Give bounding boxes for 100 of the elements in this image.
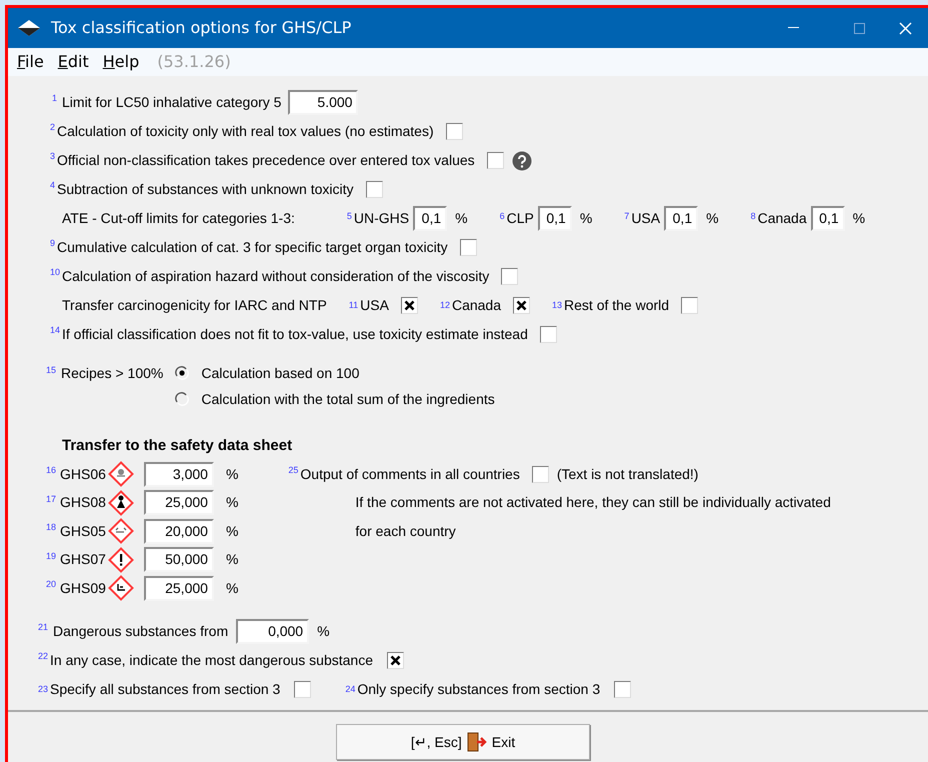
checkbox[interactable] bbox=[460, 239, 477, 256]
number-field[interactable]: 5.000 bbox=[288, 90, 358, 115]
radio-button[interactable] bbox=[175, 392, 190, 406]
menu-item[interactable]: Help bbox=[102, 50, 140, 74]
option-number: 17 bbox=[46, 494, 56, 504]
option-number: 20 bbox=[46, 580, 56, 589]
option-label: Rest of the world bbox=[564, 296, 670, 315]
option-label: Canada bbox=[452, 296, 501, 315]
diamond-logo-icon bbox=[17, 19, 41, 37]
option-number: 23 bbox=[38, 684, 48, 694]
option-label: Limit for LC50 inhalative category 5 bbox=[62, 93, 282, 112]
help-icon[interactable] bbox=[512, 150, 532, 170]
number-field[interactable]: 0,1 bbox=[664, 206, 698, 231]
option-label: GHS09 bbox=[60, 578, 106, 598]
option-label: USA bbox=[360, 296, 389, 315]
hazard-pictogram-icon bbox=[108, 461, 134, 488]
percent-unit: % bbox=[226, 522, 238, 541]
option-number: 21 bbox=[38, 622, 48, 632]
hazard-pictogram-icon bbox=[108, 546, 134, 573]
option-number: 3 bbox=[50, 152, 56, 161]
percent-unit: % bbox=[226, 493, 238, 512]
checkbox[interactable] bbox=[446, 123, 463, 140]
checkbox[interactable] bbox=[681, 297, 698, 314]
checkbox[interactable] bbox=[387, 652, 404, 668]
number-field[interactable]: 20,000 bbox=[144, 518, 214, 544]
option-label: USA bbox=[631, 209, 660, 228]
exit-button[interactable]: [↵, Esc] Exit bbox=[336, 724, 590, 760]
number-field[interactable]: 25,000 bbox=[144, 576, 214, 601]
option-number: 8 bbox=[750, 212, 756, 221]
checkbox[interactable] bbox=[501, 268, 518, 285]
option-number: 13 bbox=[552, 301, 562, 310]
option-label: GHS08 bbox=[60, 493, 106, 512]
option-label: Canada bbox=[758, 209, 807, 228]
option-number: 10 bbox=[50, 268, 60, 277]
option-label: Cumulative calculation of cat. 3 for specific target organ toxicity bbox=[57, 238, 448, 257]
door-exit-icon bbox=[466, 732, 488, 752]
option-label: Recipes > 100% bbox=[61, 364, 164, 383]
checkbox[interactable] bbox=[486, 152, 504, 169]
checkbox[interactable] bbox=[532, 466, 549, 483]
checkbox[interactable] bbox=[400, 297, 418, 314]
option-number: 19 bbox=[46, 552, 56, 560]
percent-unit: % bbox=[226, 550, 238, 570]
option-label: Calculation based on 100 bbox=[201, 364, 360, 382]
percent-unit: % bbox=[580, 209, 592, 228]
option-number: 4 bbox=[50, 181, 56, 190]
option-label: Transfer carcinogenicity for IARC and NTP bbox=[62, 296, 327, 315]
checkbox[interactable] bbox=[614, 680, 632, 698]
option-label: Calculation of aspiration hazard without consideration of the viscosity bbox=[62, 267, 490, 286]
number-field[interactable]: 50,000 bbox=[144, 547, 214, 572]
option-number: 7 bbox=[624, 212, 630, 221]
checkbox[interactable] bbox=[540, 326, 557, 343]
option-number: 15 bbox=[46, 366, 56, 375]
radio-button[interactable] bbox=[175, 366, 190, 380]
checkbox[interactable] bbox=[294, 680, 312, 698]
hazard-pictogram-icon bbox=[108, 518, 134, 544]
number-field[interactable]: 0,000 bbox=[236, 618, 310, 644]
version-label: (53.1.26) bbox=[157, 51, 231, 73]
menu-item[interactable]: File bbox=[17, 50, 44, 74]
number-field[interactable]: 0,1 bbox=[538, 206, 572, 231]
percent-unit: % bbox=[455, 209, 468, 228]
option-label: Calculation with the total sum of the ingredients bbox=[201, 390, 495, 409]
number-field[interactable]: 25,000 bbox=[144, 490, 214, 516]
maximize-icon bbox=[854, 22, 864, 34]
number-field[interactable]: 3,000 bbox=[144, 462, 214, 487]
checkbox[interactable] bbox=[366, 181, 383, 198]
option-label: Dangerous substances from bbox=[53, 622, 228, 641]
hazard-pictogram-icon bbox=[108, 490, 134, 516]
option-label: GHS07 bbox=[60, 550, 106, 570]
option-label: (Text is not translated!) bbox=[556, 464, 698, 484]
option-number: 11 bbox=[348, 301, 358, 310]
option-label: GHS05 bbox=[60, 522, 106, 541]
number-field[interactable]: 0,1 bbox=[810, 206, 845, 231]
option-number: 22 bbox=[38, 652, 48, 660]
percent-unit: % bbox=[852, 209, 866, 228]
option-number: 18 bbox=[46, 523, 56, 532]
minimize-icon bbox=[788, 27, 798, 29]
option-label: Output of comments in all countries bbox=[300, 464, 520, 484]
option-number: 1 bbox=[52, 94, 58, 103]
section-heading: Transfer to the safety data sheet bbox=[62, 436, 292, 456]
option-number: 14 bbox=[50, 326, 60, 335]
option-label: Calculation of toxicity only with real tox values (no estimates) bbox=[57, 122, 434, 141]
option-number: 12 bbox=[440, 301, 450, 310]
option-number: 6 bbox=[500, 212, 505, 221]
option-number: 24 bbox=[345, 684, 356, 694]
option-number: 9 bbox=[50, 239, 56, 248]
checkbox[interactable] bbox=[513, 297, 530, 314]
percent-unit: % bbox=[226, 578, 238, 598]
window-title: Tox classification options for GHS/CLP bbox=[51, 17, 352, 39]
percent-unit: % bbox=[706, 209, 719, 228]
number-field[interactable]: 0,1 bbox=[413, 206, 448, 231]
option-label: UN-GHS bbox=[354, 209, 410, 228]
option-number: 25 bbox=[288, 466, 298, 475]
option-number: 16 bbox=[46, 466, 56, 475]
option-label: GHS06 bbox=[60, 464, 106, 484]
option-label: Specify all substances from section 3 bbox=[50, 680, 280, 699]
menu-item[interactable]: Edit bbox=[58, 50, 89, 74]
option-number: 5 bbox=[346, 212, 352, 221]
percent-unit: % bbox=[317, 622, 330, 640]
option-label: If official classification does not fit to tox-value, use toxicity estimate instead bbox=[62, 325, 528, 344]
option-label: for each country bbox=[355, 522, 456, 541]
